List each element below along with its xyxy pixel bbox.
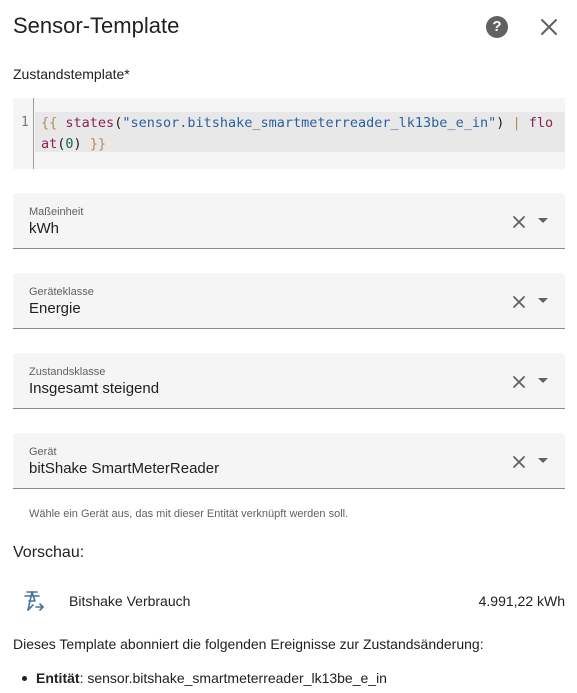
dropdown-arrow-icon[interactable] [537,375,549,387]
field-label: Gerät [29,446,57,458]
clear-icon[interactable] [511,294,527,310]
dropdown-arrow-icon[interactable] [537,455,549,467]
preview-heading: Vorschau: [13,544,85,561]
clear-icon[interactable] [511,214,527,230]
code-token: ) [73,136,82,152]
code-token: "sensor.bitshake_smartmeterreader_lk13be… [122,115,497,131]
entity-state: 4.991,22 kWh [478,593,565,609]
device-class-select[interactable]: Geräteklasse Energie [13,273,565,329]
listener-list-item: Entität: sensor.bitshake_smartmeterreade… [22,669,387,687]
code-token: states [65,115,115,131]
dropdown-arrow-icon[interactable] [537,215,549,227]
preview-entity-row[interactable]: Bitshake Verbrauch 4.991,22 kWh [13,585,565,617]
field-label: Maßeinheit [29,206,84,218]
clear-icon[interactable] [511,374,527,390]
template-label: Zustandstemplate* [13,66,130,82]
dropdown-arrow-icon[interactable] [537,295,549,307]
entity-name: Bitshake Verbrauch [69,593,191,609]
editor-gutter: 1 [13,98,34,169]
code-token: {{ [41,115,58,131]
dialog-header: Sensor-Template ? [13,12,565,42]
close-icon[interactable] [538,14,560,40]
field-value[interactable]: Insgesamt steigend [29,380,159,398]
clear-icon[interactable] [511,454,527,470]
field-value[interactable]: Energie [29,300,81,318]
code-token: | [504,115,529,131]
field-value[interactable]: kWh [29,220,59,238]
listener-key: Entität [36,670,80,686]
unit-of-measurement-combobox[interactable]: Maßeinheit kWh [13,193,565,249]
field-label: Geräteklasse [29,286,94,298]
state-class-select[interactable]: Zustandsklasse Insgesamt steigend [13,353,565,409]
listeners-description: Dieses Template abonniert die folgenden … [13,636,484,652]
device-picker[interactable]: Gerät bitShake SmartMeterReader [13,433,565,489]
field-value[interactable]: bitShake SmartMeterReader [29,460,219,478]
help-icon[interactable]: ? [486,16,508,38]
template-code[interactable]: {{ states("sensor.bitshake_smartmeterrea… [41,113,561,155]
transmission-tower-import-icon [24,591,44,611]
code-token: }} [89,136,107,152]
code-token: 0 [65,136,74,152]
line-number: 1 [21,115,29,130]
device-helper-text: Wähle ein Gerät aus, das mit dieser Enti… [29,508,349,520]
field-label: Zustandsklasse [29,366,106,378]
template-code-editor[interactable]: 1 {{ states("sensor.bitshake_smartmeterr… [13,98,565,169]
listener-value: sensor.bitshake_smartmeterreader_lk13be_… [87,670,387,686]
bullet-icon [22,676,27,681]
dialog-title: Sensor-Template [13,13,180,38]
